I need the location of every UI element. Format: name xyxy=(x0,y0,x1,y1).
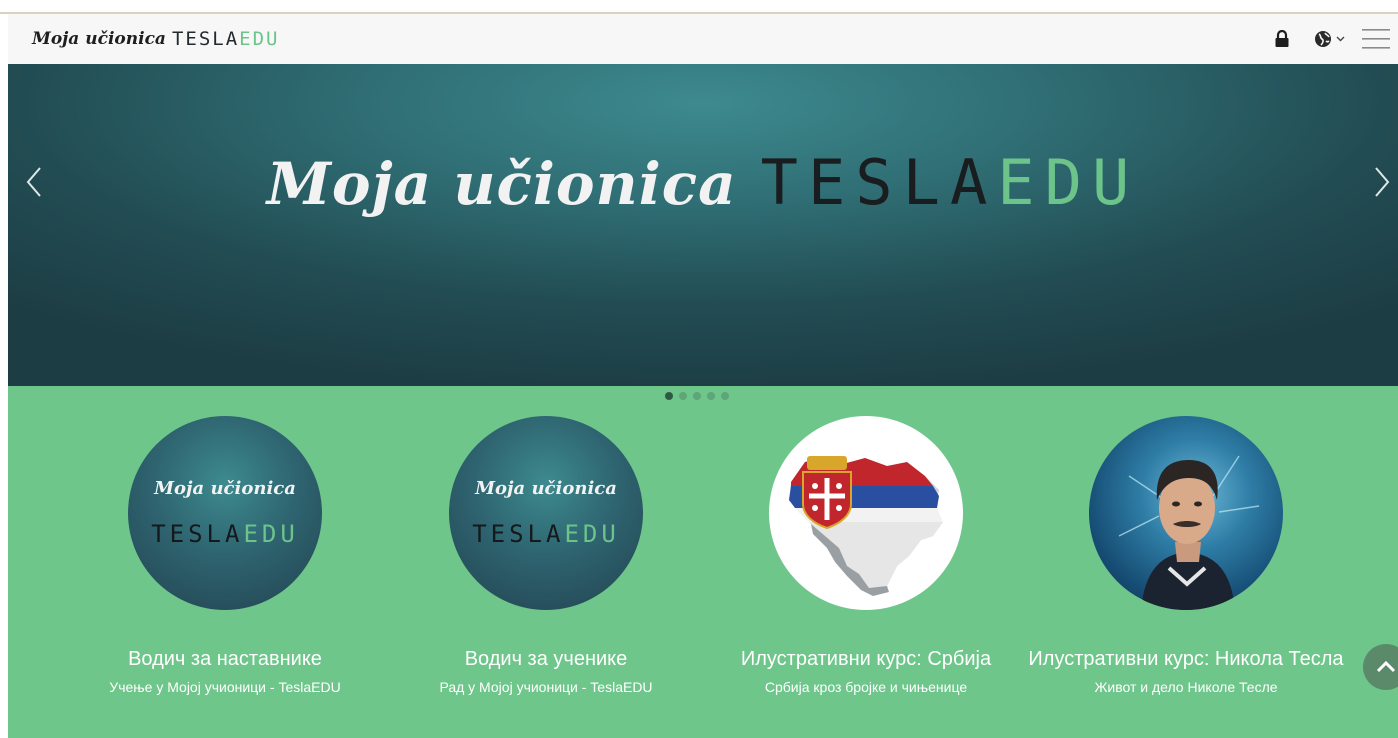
course-logo-tesla: TESLAEDU xyxy=(449,520,643,548)
course-card: Moja učionica TESLAEDU Водич за наставни… xyxy=(65,416,385,696)
hero-carousel: Moja učionica TESLAEDU xyxy=(8,64,1398,386)
course-card: Илустративни курс: Србија Србија кроз бр… xyxy=(706,416,1026,696)
hero-tesla-dark: TESLA xyxy=(760,146,998,219)
hero-title: Moja učionica TESLAEDU xyxy=(8,146,1398,219)
hero-tesla-wordmark: TESLAEDU xyxy=(761,146,1140,219)
hero-tesla-green: EDU xyxy=(997,146,1140,219)
chevron-left-icon xyxy=(26,167,41,197)
nikola-tesla-portrait-image xyxy=(1118,455,1260,610)
course-subtitle: Србија кроз бројке и чињенице xyxy=(764,679,968,695)
brand-tesla-dark: TESLA xyxy=(171,28,240,50)
course-logo-script: Moja učionica xyxy=(475,478,617,499)
navbar-icons xyxy=(1260,22,1398,56)
carousel-next-button[interactable] xyxy=(1360,160,1398,204)
course-subtitle: Живот и дело Николе Тесле xyxy=(1094,679,1278,695)
carousel-dot[interactable] xyxy=(693,392,701,400)
course-logo-tesla-dark: TESLA xyxy=(472,520,565,548)
globe-icon xyxy=(1314,31,1331,47)
course-image[interactable]: Moja učionica TESLAEDU xyxy=(449,416,643,610)
course-card: Moja učionica TESLAEDU Водич за ученике … xyxy=(386,416,706,696)
course-title[interactable]: Водич за наставнике xyxy=(65,646,385,672)
main-menu-button[interactable] xyxy=(1354,22,1398,56)
courses-section: Moja učionica TESLAEDU Водич за наставни… xyxy=(8,386,1398,738)
chevron-up-icon xyxy=(1376,660,1396,673)
course-subtitle: Рад у Мојој учионици - TeslaEDU xyxy=(439,679,653,695)
brand-tesla-green: EDU xyxy=(239,28,280,50)
carousel-dot[interactable] xyxy=(679,392,687,400)
course-image[interactable]: Moja učionica TESLAEDU xyxy=(128,416,322,610)
course-logo-tesla: TESLAEDU xyxy=(128,520,322,548)
carousel-dot[interactable] xyxy=(707,392,715,400)
carousel-dot[interactable] xyxy=(665,392,673,400)
hamburger-menu-icon xyxy=(1362,29,1390,49)
chevron-right-icon xyxy=(1375,167,1390,197)
course-logo-tesla-dark: TESLA xyxy=(151,520,244,548)
course-logo-tesla-green: EDU xyxy=(564,520,620,548)
brand-script-text: Moja učionica xyxy=(32,29,166,49)
course-logo-tesla-green: EDU xyxy=(243,520,299,548)
course-card: Илустративни курс: Никола Тесла Живот и … xyxy=(1026,416,1346,696)
navbar: Moja učionica TESLAEDU xyxy=(8,14,1398,65)
chevron-down-icon xyxy=(1336,36,1344,42)
course-subtitle: Учење у Мојој учионици - TeslaEDU xyxy=(109,679,341,695)
lock-icon xyxy=(1275,30,1289,47)
serbia-map-flag-image xyxy=(789,456,943,596)
hero-script-text: Moja učionica xyxy=(266,150,737,218)
language-menu-button[interactable] xyxy=(1304,22,1354,56)
login-button[interactable] xyxy=(1260,22,1304,56)
carousel-indicators xyxy=(665,392,729,400)
carousel-prev-button[interactable] xyxy=(12,160,56,204)
course-title[interactable]: Водич за ученике xyxy=(386,646,706,672)
course-image[interactable] xyxy=(769,416,963,610)
course-logo-script: Moja učionica xyxy=(154,478,296,499)
brand-tesla-wordmark: TESLAEDU xyxy=(172,28,280,50)
course-image[interactable] xyxy=(1089,416,1283,610)
course-title[interactable]: Илустративни курс: Никола Тесла xyxy=(1026,646,1346,672)
brand-logo[interactable]: Moja učionica TESLAEDU xyxy=(32,28,279,50)
carousel-dot[interactable] xyxy=(721,392,729,400)
course-title[interactable]: Илустративни курс: Србија xyxy=(706,646,1026,672)
